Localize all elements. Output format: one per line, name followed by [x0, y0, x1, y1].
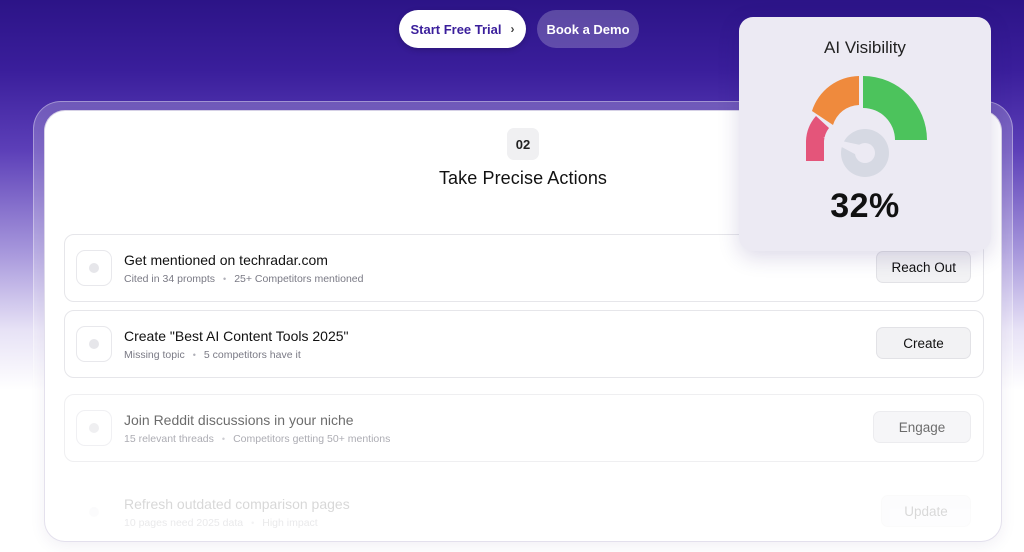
separator-dot: •	[192, 350, 196, 360]
ai-visibility-card: AI Visibility 32%	[739, 17, 991, 251]
separator-dot: •	[223, 274, 227, 284]
action-meta: Cited in 34 prompts • 25+ Competitors me…	[124, 273, 363, 285]
action-meta-primary: 10 pages need 2025 data	[124, 517, 244, 529]
create-button[interactable]: Create	[876, 327, 971, 359]
dot-icon	[76, 326, 112, 362]
dot-icon	[76, 494, 112, 530]
reach-out-button[interactable]: Reach Out	[876, 251, 971, 283]
action-row: Join Reddit discussions in your niche 15…	[64, 394, 984, 462]
cta-group: Start Free Trial › Book a Demo	[399, 10, 639, 48]
action-row: Create "Best AI Content Tools 2025" Miss…	[64, 310, 984, 378]
update-button[interactable]: Update	[881, 495, 971, 527]
start-free-trial-button[interactable]: Start Free Trial ›	[399, 10, 526, 48]
action-meta: 10 pages need 2025 data • High impact	[124, 517, 318, 529]
action-meta-secondary: 5 competitors have it	[203, 349, 301, 361]
action-row: Refresh outdated comparison pages 10 pag…	[64, 478, 984, 541]
separator-dot: •	[251, 518, 255, 528]
action-title: Refresh outdated comparison pages	[124, 496, 350, 512]
dot-icon	[76, 250, 112, 286]
gauge-mid-segment	[812, 76, 859, 125]
book-demo-button[interactable]: Book a Demo	[537, 10, 639, 48]
engage-button[interactable]: Engage	[873, 411, 971, 443]
action-meta-primary: Missing topic	[124, 349, 185, 361]
action-meta-secondary: High impact	[262, 517, 318, 529]
separator-dot: •	[221, 434, 226, 444]
action-title: Get mentioned on techradar.com	[124, 252, 328, 268]
action-meta-secondary: 25+ Competitors mentioned	[234, 273, 364, 285]
dot-icon	[76, 410, 112, 446]
chevron-right-icon: ›	[510, 22, 515, 36]
action-meta-primary: 15 relevant threads	[124, 433, 214, 445]
start-free-trial-label: Start Free Trial	[410, 21, 502, 37]
gauge-low-segment	[806, 116, 829, 161]
action-meta: 15 relevant threads • Competitors gettin…	[124, 433, 390, 445]
ai-visibility-title: AI Visibility	[824, 38, 906, 57]
visibility-score: 32%	[830, 187, 900, 225]
visibility-gauge	[806, 76, 927, 177]
action-meta-secondary: Competitors getting 50+ mentions	[233, 433, 391, 445]
action-meta: Missing topic • 5 competitors have it	[124, 349, 301, 361]
book-demo-label: Book a Demo	[546, 21, 630, 37]
action-meta-primary: Cited in 34 prompts	[124, 273, 216, 285]
action-title: Create "Best AI Content Tools 2025"	[124, 328, 349, 344]
action-title: Join Reddit discussions in your niche	[124, 412, 354, 428]
step-badge: 02	[507, 128, 539, 160]
